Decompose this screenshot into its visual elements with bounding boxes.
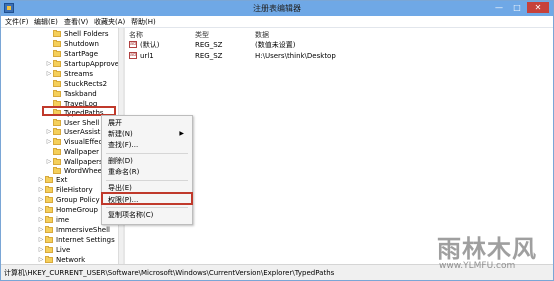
- string-value-icon: [129, 50, 137, 60]
- context-item-new[interactable]: 新建(N) ▶: [108, 129, 188, 139]
- menu-file[interactable]: 文件(F): [5, 17, 29, 27]
- folder-icon: [45, 226, 53, 233]
- watermark-url: www.YLMFU.com: [439, 261, 516, 271]
- menu-separator: [106, 207, 188, 208]
- expand-arrow-icon[interactable]: ▷: [38, 205, 44, 215]
- folder-icon: [53, 30, 61, 37]
- value-row[interactable]: url1 REG_SZ H:\Users\think\Desktop: [127, 50, 507, 61]
- close-button[interactable]: ✕: [527, 2, 549, 13]
- value-name: (默认): [140, 41, 160, 49]
- folder-icon: [45, 246, 53, 253]
- menu-view[interactable]: 查看(V): [64, 17, 88, 27]
- folder-icon: [45, 176, 53, 183]
- expand-arrow-icon[interactable]: ▷: [46, 157, 52, 167]
- context-menu: 展开 新建(N) ▶ 查找(F)... 删除(D) 重命名(R) 导出(E) 权…: [101, 115, 193, 225]
- menu-bar: 文件(F) 编辑(E) 查看(V) 收藏夹(A) 帮助(H): [1, 16, 553, 28]
- context-item-copy-key-name[interactable]: 复制项名称(C): [108, 210, 188, 220]
- folder-icon: [53, 148, 61, 155]
- folder-icon: [53, 90, 61, 97]
- expand-arrow-icon[interactable]: ▷: [46, 69, 52, 79]
- folder-icon: [45, 256, 53, 263]
- context-item-find[interactable]: 查找(F)...: [108, 140, 188, 150]
- value-name: url1: [140, 52, 154, 60]
- folder-icon: [45, 186, 53, 193]
- expand-arrow-icon[interactable]: ▷: [38, 175, 44, 185]
- folder-icon: [45, 216, 53, 223]
- status-path: 计算机\HKEY_CURRENT_USER\Software\Microsoft…: [4, 269, 335, 277]
- menu-separator: [106, 180, 188, 181]
- folder-icon: [53, 50, 61, 57]
- value-data: H:\Users\think\Desktop: [255, 52, 336, 60]
- folder-icon: [45, 236, 53, 243]
- expand-arrow-icon[interactable]: ▷: [38, 255, 44, 264]
- submenu-arrow-icon: ▶: [179, 130, 184, 137]
- value-row[interactable]: (默认) REG_SZ (数值未设置): [127, 39, 507, 50]
- expand-arrow-icon[interactable]: ▷: [46, 59, 52, 69]
- minimize-button[interactable]: —: [491, 2, 507, 13]
- context-item-rename[interactable]: 重命名(R): [108, 167, 188, 177]
- context-item-delete[interactable]: 删除(D): [108, 156, 188, 166]
- string-value-icon: [129, 39, 137, 49]
- expand-arrow-icon[interactable]: ▷: [38, 195, 44, 205]
- window-controls: — □ ✕: [491, 2, 549, 13]
- expand-arrow-icon[interactable]: ▷: [46, 137, 52, 147]
- folder-icon: [53, 80, 61, 87]
- value-type: REG_SZ: [195, 52, 223, 60]
- watermark: 雨林木风 www.YLMFU.com: [433, 229, 553, 279]
- folder-icon: [53, 60, 61, 67]
- folder-icon: [53, 138, 61, 145]
- permissions-highlight-box: [101, 192, 193, 205]
- folder-icon: [53, 128, 61, 135]
- folder-icon: [53, 158, 61, 165]
- value-data: (数值未设置): [255, 41, 296, 49]
- watermark-brand: 雨林木风: [437, 235, 537, 263]
- expand-arrow-icon[interactable]: ▷: [38, 225, 44, 235]
- folder-icon: [53, 70, 61, 77]
- context-item-expand[interactable]: 展开: [108, 118, 188, 128]
- value-type: REG_SZ: [195, 41, 223, 49]
- expand-arrow-icon[interactable]: ▷: [38, 185, 44, 195]
- folder-icon: [53, 40, 61, 47]
- folder-icon: [53, 167, 61, 174]
- folder-icon: [45, 206, 53, 213]
- column-header-type[interactable]: 类型: [195, 30, 209, 40]
- expand-arrow-icon[interactable]: ▷: [38, 235, 44, 245]
- menu-separator: [106, 153, 188, 154]
- registry-editor-window: 注册表编辑器 — □ ✕ 文件(F) 编辑(E) 查看(V) 收藏夹(A) 帮助…: [0, 0, 554, 281]
- expand-arrow-icon[interactable]: ▷: [38, 245, 44, 255]
- expand-arrow-icon[interactable]: ▷: [38, 215, 44, 225]
- menu-favorites[interactable]: 收藏夹(A): [94, 17, 125, 27]
- title-bar[interactable]: 注册表编辑器 — □ ✕: [1, 1, 553, 16]
- menu-help[interactable]: 帮助(H): [131, 17, 156, 27]
- folder-icon: [53, 119, 61, 126]
- context-item-label: 新建(N): [108, 130, 133, 138]
- expand-arrow-icon[interactable]: ▷: [46, 127, 52, 137]
- folder-icon: [45, 196, 53, 203]
- menu-edit[interactable]: 编辑(E): [34, 17, 58, 27]
- column-header-data[interactable]: 数据: [255, 30, 269, 40]
- maximize-button[interactable]: □: [509, 2, 525, 13]
- window-title: 注册表编辑器: [253, 4, 301, 13]
